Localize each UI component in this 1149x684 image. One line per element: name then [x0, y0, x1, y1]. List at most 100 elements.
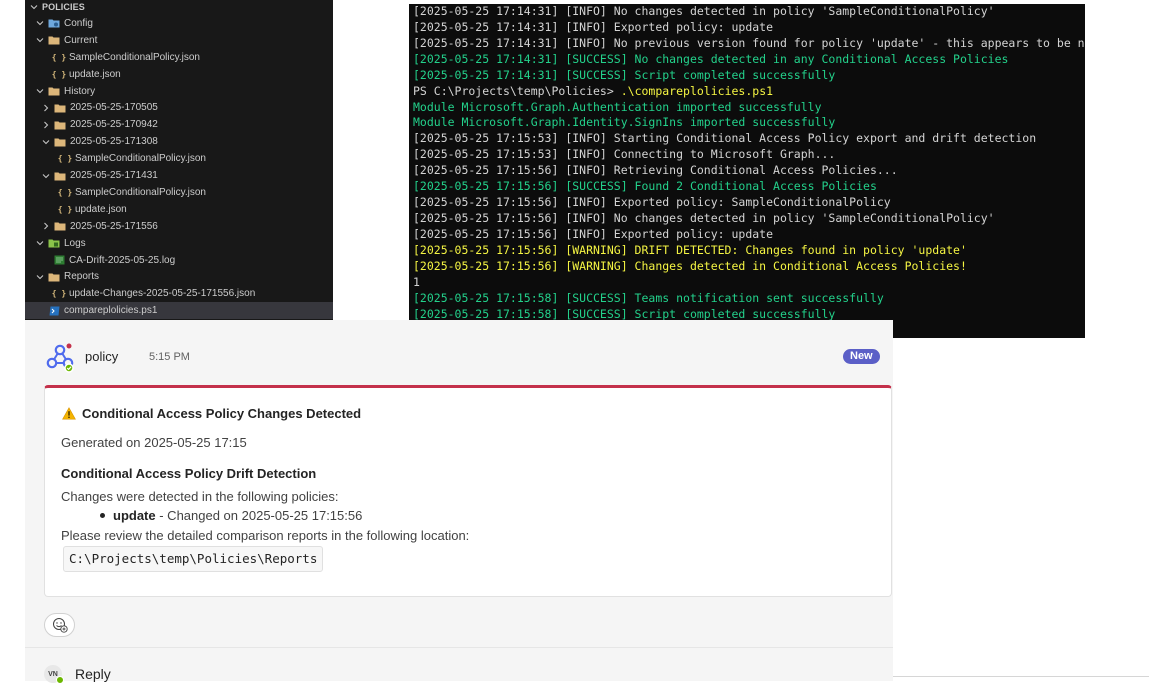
reply-button[interactable]: Reply — [75, 666, 111, 682]
json-file-icon: { } — [51, 52, 67, 62]
file-item[interactable]: { } update.json — [25, 201, 333, 218]
folder-item[interactable]: Current — [25, 32, 333, 49]
terminal-line-text: Module Microsoft.Graph.Authentication im… — [413, 99, 822, 114]
folder-item[interactable]: Logs — [25, 235, 333, 252]
folder-item[interactable]: 2025-05-25-171431 — [25, 167, 333, 184]
config-folder-icon — [48, 18, 60, 28]
terminal-line-text: [2025-05-25 17:15:56] [WARNING] Changes … — [413, 258, 967, 273]
folder-item[interactable]: Reports — [25, 268, 333, 285]
terminal-panel[interactable]: [2025-05-25 17:14:31] [INFO] No changes … — [409, 4, 1085, 338]
terminal-line-text: [2025-05-25 17:15:56] [INFO] Retrieving … — [413, 163, 898, 178]
chevron-down-icon[interactable] — [35, 86, 45, 96]
folder-icon — [54, 171, 66, 181]
terminal-line: [2025-05-25 17:14:31] [INFO] No changes … — [413, 4, 1085, 20]
changes-intro: Changes were detected in the following p… — [61, 489, 339, 504]
new-badge: New — [843, 349, 880, 364]
terminal-line-text: [2025-05-25 17:14:31] [INFO] Exported po… — [413, 19, 774, 34]
tree-item-label: SampleConditionalPolicy.json — [75, 153, 206, 165]
terminal-line: [2025-05-25 17:15:56] [INFO] Retrieving … — [413, 163, 1085, 179]
tree-item-label: 2025-05-25-171431 — [70, 170, 158, 181]
terminal-line: Module Microsoft.Graph.Identity.SignIns … — [413, 115, 1085, 131]
file-item[interactable]: { } update-Changes-2025-05-25-171556.json — [25, 285, 333, 302]
chevron-down-icon[interactable] — [35, 35, 45, 45]
tree-item-label: 2025-05-25-170942 — [70, 119, 158, 131]
card-title-row: Conditional Access Policy Changes Detect… — [62, 406, 361, 421]
terminal-line-text: [2025-05-25 17:15:53] [INFO] Connecting … — [413, 147, 836, 162]
review-text: Please review the detailed comparison re… — [61, 528, 470, 543]
chevron-right-icon[interactable] — [41, 221, 51, 231]
powershell-file-icon — [48, 306, 60, 316]
file-item[interactable]: compareplolicies.ps1 — [25, 302, 333, 320]
file-item[interactable]: { } SampleConditionalPolicy.json — [25, 49, 333, 66]
terminal-line-text: [2025-05-25 17:15:56] [SUCCESS] Found 2 … — [413, 179, 877, 194]
terminal-line: [2025-05-25 17:14:31] [SUCCESS] No chang… — [413, 52, 1085, 68]
chevron-down-icon[interactable] — [29, 2, 39, 12]
add-reaction-button[interactable] — [44, 613, 75, 637]
terminal-command: .\compareplolicies.ps1 — [620, 83, 774, 98]
folder-item[interactable]: 2025-05-25-171308 — [25, 133, 333, 150]
terminal-line-text: [2025-05-25 17:14:31] [SUCCESS] No chang… — [413, 51, 1009, 66]
file-item[interactable]: { } SampleConditionalPolicy.json — [25, 184, 333, 201]
explorer-root[interactable]: POLICIES — [25, 0, 333, 15]
terminal-line: [2025-05-25 17:14:31] [SUCCESS] Script c… — [413, 68, 1085, 84]
teams-message: policy 5:15 PM New Conditional Access Po… — [25, 320, 893, 684]
tree-item-label: update-Changes-2025-05-25-171556.json — [69, 288, 256, 300]
terminal-line: [2025-05-25 17:14:31] [INFO] No previous… — [413, 36, 1085, 52]
folder-item[interactable]: 2025-05-25-171556 — [25, 218, 333, 235]
chevron-right-icon[interactable] — [41, 103, 51, 113]
file-item[interactable]: CA-Drift-2025-05-25.log — [25, 252, 333, 269]
tree-item-label: Logs — [64, 237, 86, 249]
folder-icon — [54, 103, 66, 113]
folder-item[interactable]: 2025-05-25-170942 — [25, 116, 333, 133]
tree-item-label: POLICIES — [42, 1, 85, 12]
terminal-line: [2025-05-25 17:15:56] [WARNING] DRIFT DE… — [413, 243, 1085, 259]
terminal-line: [2025-05-25 17:15:53] [INFO] Starting Co… — [413, 131, 1085, 147]
folder-icon — [54, 137, 66, 147]
tree-item-label: 2025-05-25-171556 — [70, 220, 158, 232]
tree-item-label: compareplolicies.ps1 — [64, 305, 158, 317]
message-time: 5:15 PM — [149, 351, 190, 363]
folder-icon — [48, 272, 60, 282]
chevron-down-icon[interactable] — [35, 238, 45, 248]
reply-row[interactable]: VN Reply — [44, 665, 111, 684]
divider-line — [893, 676, 1149, 677]
folder-item[interactable]: 2025-05-25-170505 — [25, 99, 333, 116]
terminal-line-text: [2025-05-25 17:14:31] [SUCCESS] Script c… — [413, 67, 836, 82]
terminal-line: 1 — [413, 275, 1085, 291]
terminal-line: [2025-05-25 17:14:31] [INFO] Exported po… — [413, 20, 1085, 36]
folder-item[interactable]: History — [25, 83, 333, 100]
chevron-down-icon[interactable] — [41, 137, 51, 147]
terminal-output: [2025-05-25 17:14:31] [INFO] No changes … — [413, 4, 1085, 338]
terminal-line: [2025-05-25 17:15:56] [INFO] Exported po… — [413, 195, 1085, 211]
file-item[interactable]: { } SampleConditionalPolicy.json — [25, 150, 333, 167]
sender-name[interactable]: policy — [85, 349, 118, 364]
terminal-line-text: [2025-05-25 17:15:56] [INFO] Exported po… — [413, 195, 891, 210]
policy-name: update — [113, 508, 156, 523]
json-file-icon: { } — [57, 154, 73, 164]
tree-item-label: History — [64, 85, 96, 97]
folder-item[interactable]: Config — [25, 15, 333, 32]
file-item[interactable]: { } update.json — [25, 66, 333, 83]
chevron-down-icon[interactable] — [35, 272, 45, 282]
json-file-icon: { } — [57, 187, 73, 197]
json-file-icon: { } — [51, 69, 67, 79]
chevron-down-icon[interactable] — [41, 171, 51, 181]
emoji-add-icon — [52, 618, 68, 633]
chevron-down-icon[interactable] — [35, 18, 45, 28]
terminal-line: [2025-05-25 17:15:56] [WARNING] Changes … — [413, 259, 1085, 275]
folder-icon — [48, 35, 60, 45]
terminal-line-text: [2025-05-25 17:15:58] [SUCCESS] Script c… — [413, 306, 836, 321]
terminal-line-text: [2025-05-25 17:15:56] [WARNING] DRIFT DE… — [413, 242, 967, 257]
card-title: Conditional Access Policy Changes Detect… — [82, 406, 362, 421]
tree-item-label: SampleConditionalPolicy.json — [75, 186, 206, 198]
tree-item-label: Reports — [64, 271, 100, 283]
webhook-bot-avatar-icon[interactable] — [44, 342, 76, 374]
terminal-line: [2025-05-25 17:15:56] [SUCCESS] Found 2 … — [413, 179, 1085, 195]
generated-date: Generated on 2025-05-25 17:15 — [61, 435, 247, 450]
logs-folder-icon — [48, 238, 60, 248]
terminal-line-text: PS C:\Projects\temp\Policies> — [413, 83, 621, 98]
chevron-right-icon[interactable] — [41, 120, 51, 130]
drift-heading: Conditional Access Policy Drift Detectio… — [61, 466, 317, 481]
tree-item-label: Current — [64, 34, 98, 46]
changed-policy-list-item: update - Changed on 2025-05-25 17:15:56 — [100, 508, 362, 523]
